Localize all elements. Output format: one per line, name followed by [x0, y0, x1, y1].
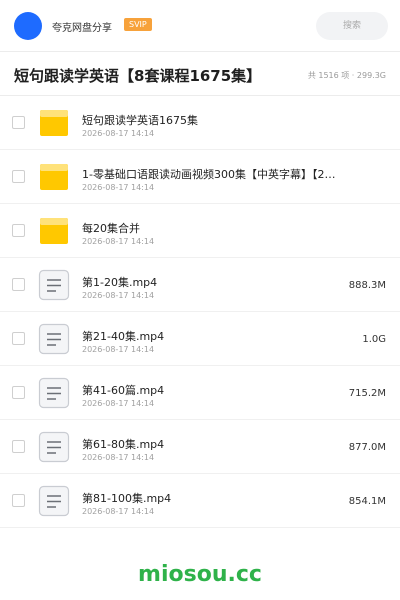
item-name: 每20集合并	[82, 222, 140, 235]
list-item[interactable]: 第81-100集.mp4 2026-08-17 14:14 854.1M	[0, 474, 400, 528]
item-name: 第41-60篇.mp4	[82, 384, 165, 397]
file-list: 短句跟读学英语1675集 2026-08-17 14:14 1-零基础口语跟读动…	[0, 96, 400, 528]
item-name: 第81-100集.mp4	[82, 492, 172, 505]
share-owner-name: 夸克网盘分享	[52, 23, 112, 34]
svip-badge: SVIP	[124, 18, 152, 31]
video-file-icon	[38, 269, 70, 301]
row-checkbox[interactable]	[12, 494, 25, 507]
video-file-icon	[38, 485, 70, 517]
item-size: 715.2M	[348, 388, 386, 399]
row-checkbox[interactable]	[12, 440, 25, 453]
list-item[interactable]: 第1-20集.mp4 2026-08-17 14:14 888.3M	[0, 258, 400, 312]
row-checkbox[interactable]	[12, 224, 25, 237]
folder-icon	[40, 164, 68, 190]
item-size: 888.3M	[348, 280, 386, 291]
item-size: 854.1M	[348, 496, 386, 507]
item-name: 第21-40集.mp4	[82, 330, 165, 343]
row-checkbox[interactable]	[12, 116, 25, 129]
item-name: 1-零基础口语跟读动画视频300集【中英字幕】【2…	[82, 168, 336, 181]
video-file-icon	[38, 431, 70, 463]
item-date: 2026-08-17 14:14	[82, 507, 155, 516]
item-name: 第61-80集.mp4	[82, 438, 165, 451]
item-date: 2026-08-17 14:14	[82, 183, 155, 192]
item-date: 2026-08-17 14:14	[82, 453, 155, 462]
watermark-text: miosou.cc	[138, 562, 262, 587]
list-item[interactable]: 第41-60篇.mp4 2026-08-17 14:14 715.2M	[0, 366, 400, 420]
video-file-icon	[38, 377, 70, 409]
avatar[interactable]	[14, 12, 42, 40]
item-size: 1.0G	[362, 334, 386, 345]
list-item[interactable]: 第21-40集.mp4 2026-08-17 14:14 1.0G	[0, 312, 400, 366]
folder-icon	[40, 110, 68, 136]
share-header: 夸克网盘分享 SVIP 搜索	[0, 0, 400, 52]
item-date: 2026-08-17 14:14	[82, 129, 155, 138]
item-date: 2026-08-17 14:14	[82, 399, 155, 408]
page-title: 短句跟读学英语【8套课程1675集】	[14, 67, 262, 85]
video-file-icon	[38, 323, 70, 355]
list-item[interactable]: 每20集合并 2026-08-17 14:14	[0, 204, 400, 258]
row-checkbox[interactable]	[12, 332, 25, 345]
item-size: 877.0M	[348, 442, 386, 453]
folder-meta: 共 1516 项 · 299.3G	[307, 71, 386, 80]
item-date: 2026-08-17 14:14	[82, 237, 155, 246]
list-item[interactable]: 1-零基础口语跟读动画视频300集【中英字幕】【2… 2026-08-17 14…	[0, 150, 400, 204]
item-date: 2026-08-17 14:14	[82, 291, 155, 300]
item-date: 2026-08-17 14:14	[82, 345, 155, 354]
item-name: 短句跟读学英语1675集	[82, 114, 198, 127]
item-name: 第1-20集.mp4	[82, 276, 158, 289]
list-item[interactable]: 第61-80集.mp4 2026-08-17 14:14 877.0M	[0, 420, 400, 474]
row-checkbox[interactable]	[12, 170, 25, 183]
search-button[interactable]: 搜索	[316, 12, 388, 40]
folder-title-row: 短句跟读学英语【8套课程1675集】 共 1516 项 · 299.3G	[0, 52, 400, 96]
row-checkbox[interactable]	[12, 278, 25, 291]
row-checkbox[interactable]	[12, 386, 25, 399]
list-item[interactable]: 短句跟读学英语1675集 2026-08-17 14:14	[0, 96, 400, 150]
folder-icon	[40, 218, 68, 244]
